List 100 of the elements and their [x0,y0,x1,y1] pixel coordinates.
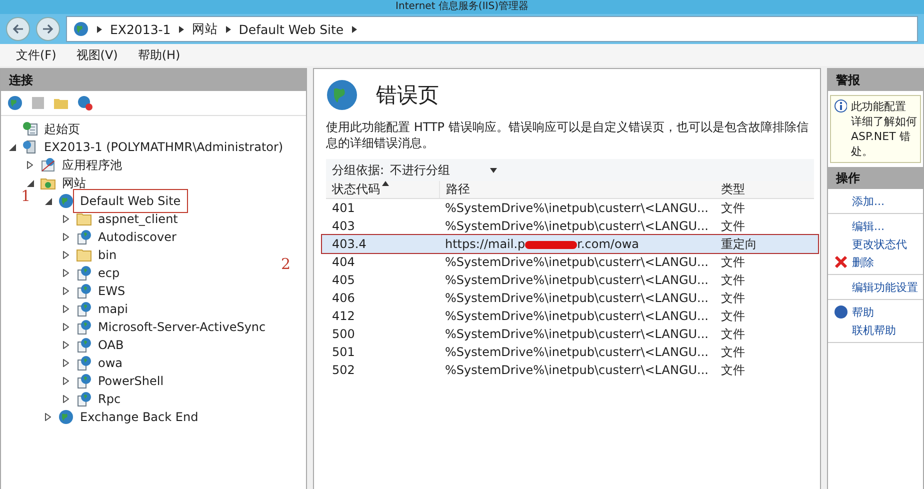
action-link[interactable]: 联机帮助 [852,322,896,338]
back-button[interactable] [6,17,30,41]
table-cell-text: 文件 [720,308,746,324]
panel-header: 操作 [828,167,923,189]
breadcrumb-item[interactable]: EX2013-1 [110,22,171,36]
table-cell-text: 重定向 [720,236,758,252]
tree-item[interactable]: Microsoft-Server-ActiveSync [95,319,269,335]
tree-item[interactable]: ecp [95,265,123,281]
action-link[interactable]: 添加... [852,194,884,208]
tree-item[interactable]: 网站 [59,174,89,192]
web-app-icon [76,373,92,389]
table-cell-text: 403 [331,219,356,233]
tree-item[interactable]: Autodiscover [95,229,180,245]
table-cell-text: 502 [331,363,356,377]
tree-item[interactable]: 起始页 [41,120,83,138]
table-row[interactable]: 501 %SystemDrive%\inetpub\custerr\<LANGU... 文件 [326,343,814,361]
annotation-label: 1 [21,187,31,205]
globe-icon [58,193,74,209]
tree-item[interactable]: PowerShell [95,373,167,389]
action-link[interactable]: 帮助 [852,304,874,320]
page-title: 错误页 [376,82,439,109]
info-icon [834,99,847,113]
table-cell-text: 文件 [720,290,746,306]
table-row[interactable]: 403.4 https://mail.p r.com/owa 重定向 [322,235,818,253]
table-cell-text: 405 [331,273,356,287]
start-page-icon [22,121,38,137]
action-link[interactable]: 更改状态代 [852,236,907,252]
breadcrumb-item[interactable]: 网站 [192,20,218,38]
table-cell: %SystemDrive%\inetpub\custerr\<LANGU... [445,273,708,287]
table-cell: %SystemDrive%\inetpub\custerr\<LANGU... [445,345,708,359]
table-cell-text: 401 [331,201,356,215]
menu-item[interactable]: 文件(F) [16,46,56,64]
web-app-icon [76,391,92,407]
table-cell-text: 404 [331,255,356,269]
action-link[interactable]: 编辑... [852,218,884,234]
table-cell-text: 文件 [720,344,746,360]
alert-text: 此功能配置 [851,99,907,114]
table-cell-text: 文件 [720,200,746,216]
app-pool-icon [40,157,56,173]
table-cell-text: 406 [331,291,356,305]
table-row[interactable]: 405 %SystemDrive%\inetpub\custerr\<LANGU... 文件 [326,271,814,289]
tree-item[interactable]: aspnet_client [95,211,181,227]
back-arrow-icon [12,24,24,34]
table-cell-text: 文件 [720,254,746,270]
forward-button[interactable] [36,17,60,41]
action-link[interactable]: 删除 [852,254,874,270]
column-header[interactable]: 类型 [715,181,795,198]
breadcrumb-item[interactable]: Default Web Site [238,22,344,36]
disconnect-icon[interactable] [77,95,93,111]
tree-item[interactable]: Rpc [95,391,124,407]
web-app-icon [76,283,92,299]
caret-icon [226,26,231,32]
table-row[interactable]: 404 %SystemDrive%\inetpub\custerr\<LANGU... 文件 [326,253,814,271]
alert-text: 处。 [851,144,874,159]
tree-item[interactable]: 应用程序池 [59,156,125,174]
caret-icon [352,26,357,32]
table-cell-text: 403.4 [331,237,368,251]
address-bar[interactable]: EX2013-1 网站 Default Web Site [66,16,918,42]
caret-icon [178,26,184,32]
table-row[interactable]: 406 %SystemDrive%\inetpub\custerr\<LANGU... 文件 [326,289,814,307]
tree-item[interactable]: mapi [95,301,131,317]
menu-item[interactable]: 帮助(H) [138,46,180,64]
table-row[interactable]: 412 %SystemDrive%\inetpub\custerr\<LANGU... 文件 [326,307,814,325]
description-text: 使用此功能配置 HTTP 错误响应。错误响应可以是自定义错误页，也可以是包含故障排除信息的详细错误消息。 [326,119,810,151]
tree-item[interactable]: EX2013-1 (POLYMATHMR\Administrator) [41,139,286,155]
action-link[interactable]: 编辑功能设置 [852,280,918,294]
table-row[interactable]: 403 %SystemDrive%\inetpub\custerr\<LANGU... 文件 [326,217,814,235]
group-by-dropdown[interactable]: 不进行分组 [390,162,498,178]
table-row[interactable]: 401 %SystemDrive%\inetpub\custerr\<LANGU... 文件 [326,199,814,217]
panel-header: 警报 [828,69,923,91]
web-app-icon [76,355,92,371]
table-cell-text: 文件 [720,362,746,378]
web-app-icon [76,337,92,353]
tree-item[interactable]: EWS [95,283,128,299]
column-header[interactable]: 状态代码 [326,181,439,198]
window-title: Internet 信息服务(IIS)管理器 [0,0,924,14]
tree-item[interactable]: bin [95,247,120,263]
dropdown-caret-icon [490,168,498,172]
menu-item[interactable]: 视图(V) [76,46,118,64]
table-cell-text: 文件 [720,272,746,288]
collapse-arrow-icon[interactable] [9,144,19,150]
table-cell: %SystemDrive%\inetpub\custerr\<LANGU... [445,327,708,341]
table-cell: %SystemDrive%\inetpub\custerr\<LANGU... [445,291,708,305]
table-cell: %SystemDrive%\inetpub\custerr\<LANGU... [445,255,708,269]
tree-item[interactable]: Exchange Back End [77,409,202,425]
table-cell-text: 文件 [720,218,746,234]
column-header[interactable]: 路径 [439,181,715,198]
collapse-arrow-icon[interactable] [27,180,37,186]
web-app-icon [76,265,92,281]
table-cell-text: 500 [331,327,356,341]
table-cell: %SystemDrive%\inetpub\custerr\<LANGU... [445,219,708,233]
web-app-icon [76,229,92,245]
collapse-arrow-icon[interactable] [45,198,55,204]
redaction-mark [525,240,578,249]
table-row[interactable]: 502 %SystemDrive%\inetpub\custerr\<LANGU... 文件 [326,361,814,379]
tree-item[interactable]: OAB [95,337,127,353]
tree-item[interactable]: owa [95,355,126,371]
table-row[interactable]: 500 %SystemDrive%\inetpub\custerr\<LANGU... 文件 [326,325,814,343]
globe-icon [7,95,23,111]
panel-header: 连接 [1,69,306,91]
